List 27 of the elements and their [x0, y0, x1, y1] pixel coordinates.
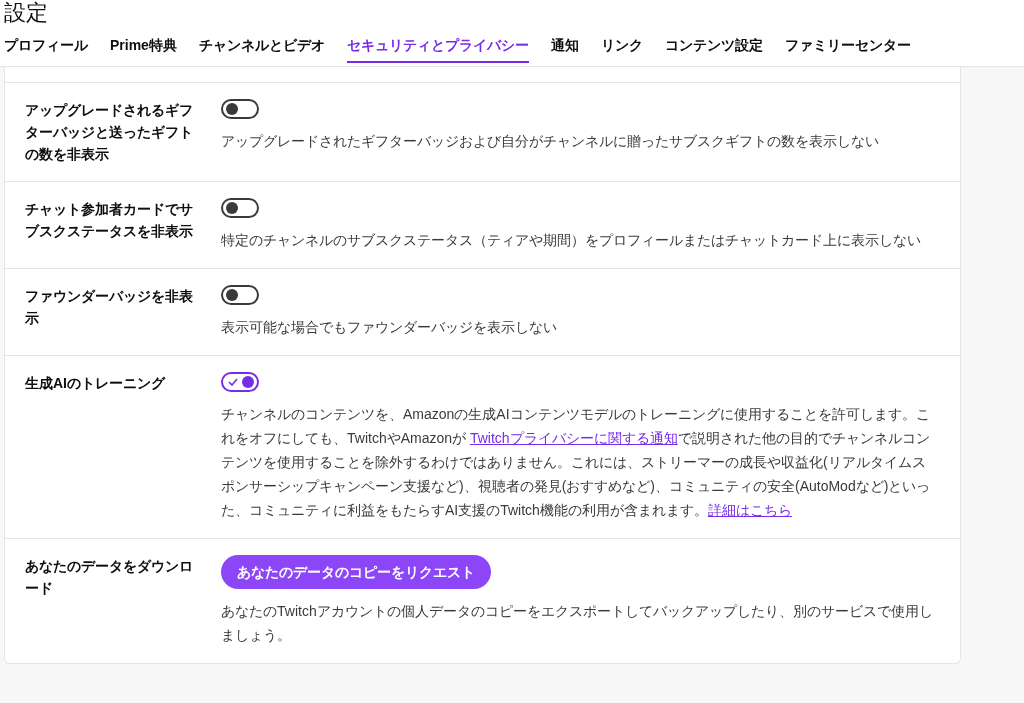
settings-tab[interactable]: リンク [600, 35, 643, 63]
request-data-button[interactable]: あなたのデータのコピーをリクエスト [221, 555, 491, 589]
settings-tab[interactable]: セキュリティとプライバシー [346, 35, 529, 63]
setting-label: ファウンダーバッジを非表示 [24, 287, 194, 328]
setting-label: アップグレードされるギフターバッジと送ったギフトの数を非表示 [24, 101, 194, 164]
link[interactable]: Twitchプライバシーに関する通知 [469, 430, 678, 446]
link[interactable]: 詳細はこちら [707, 502, 792, 518]
setting-description: チャンネルのコンテンツを、Amazonの生成AIコンテンツモデルのトレーニングに使用することを許可します。これをオフにしても、TwitchやAmazonが Twitchプライバシーに関する通知で説明された他の目的でチャンネルコンテンツを使用することを除外するわけではありません。これには、ストリーマーの成長や収益化(リアルタイムスポンサーシップキャンペーン支援など)、視聴者の発見(おすすめなど)、コミュニティの安全(AutoModなど)といった、コミュニティに利益をもたらすAI支援のTwitch機能の利用が含まれます。詳細はこちら [221, 405, 932, 520]
setting-label: 生成AIのトレーニング [24, 374, 167, 393]
page-title: 設定 [4, 0, 49, 26]
setting-description: あなたのTwitchアカウントの個人データのコピーをエクスポートしてバックアップしたり、別のサービスで使用しましょう。 [221, 602, 934, 645]
settings-tab[interactable]: プロフィール [4, 35, 88, 63]
toggle-switch[interactable] [221, 372, 259, 392]
settings-tab[interactable]: コンテンツ設定 [664, 35, 763, 63]
toggle-switch[interactable] [221, 99, 259, 119]
settings-tab[interactable]: 通知 [550, 35, 579, 63]
settings-tab[interactable]: ファミリーセンター [784, 35, 911, 63]
setting-label: あなたのデータをダウンロード [24, 557, 194, 598]
setting-description: 特定のチャンネルのサブスクステータス（ティアや期間）をプロフィールまたはチャットカード上に表示しない [221, 231, 922, 250]
setting-label: チャット参加者カードでサブスクステータスを非表示 [24, 200, 194, 241]
setting-description: 表示可能な場合でもファウンダーバッジを表示しない [221, 318, 558, 337]
settings-tab[interactable]: Prime特典 [110, 35, 177, 63]
check-icon [228, 377, 238, 387]
setting-description: アップグレードされたギフターバッジおよび自分がチャンネルに贈ったサブスクギフトの数を表示しない [221, 132, 880, 151]
toggle-switch[interactable] [221, 198, 259, 218]
toggle-switch[interactable] [221, 285, 259, 305]
settings-tab[interactable]: チャンネルとビデオ [198, 35, 325, 63]
